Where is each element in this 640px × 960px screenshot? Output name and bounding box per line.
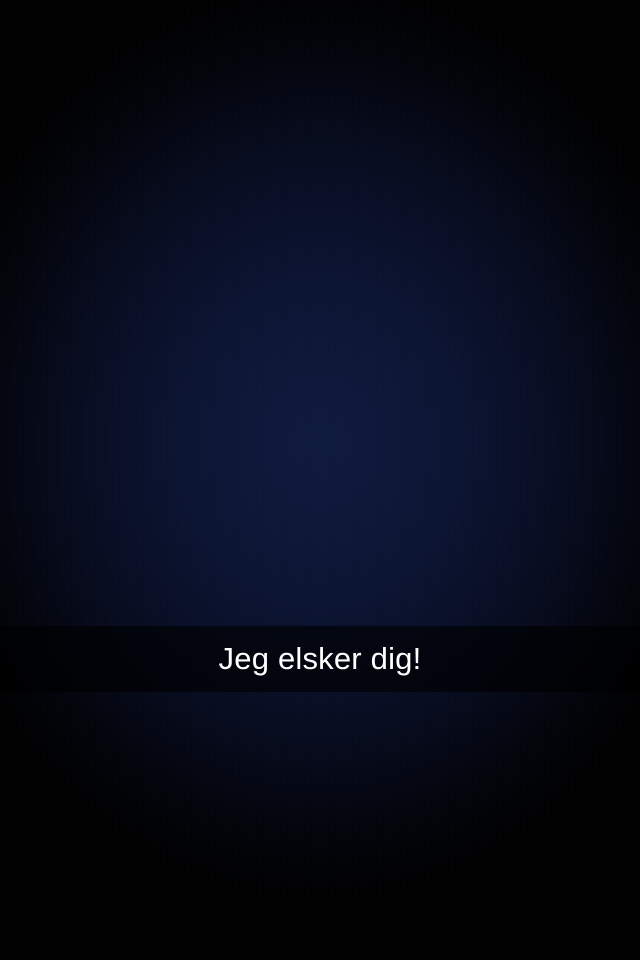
caption-text: Jeg elsker dig! xyxy=(218,641,422,676)
caption-bar[interactable]: Jeg elsker dig! xyxy=(0,626,640,692)
snap-photo[interactable]: Jeg elsker dig! xyxy=(0,0,640,960)
